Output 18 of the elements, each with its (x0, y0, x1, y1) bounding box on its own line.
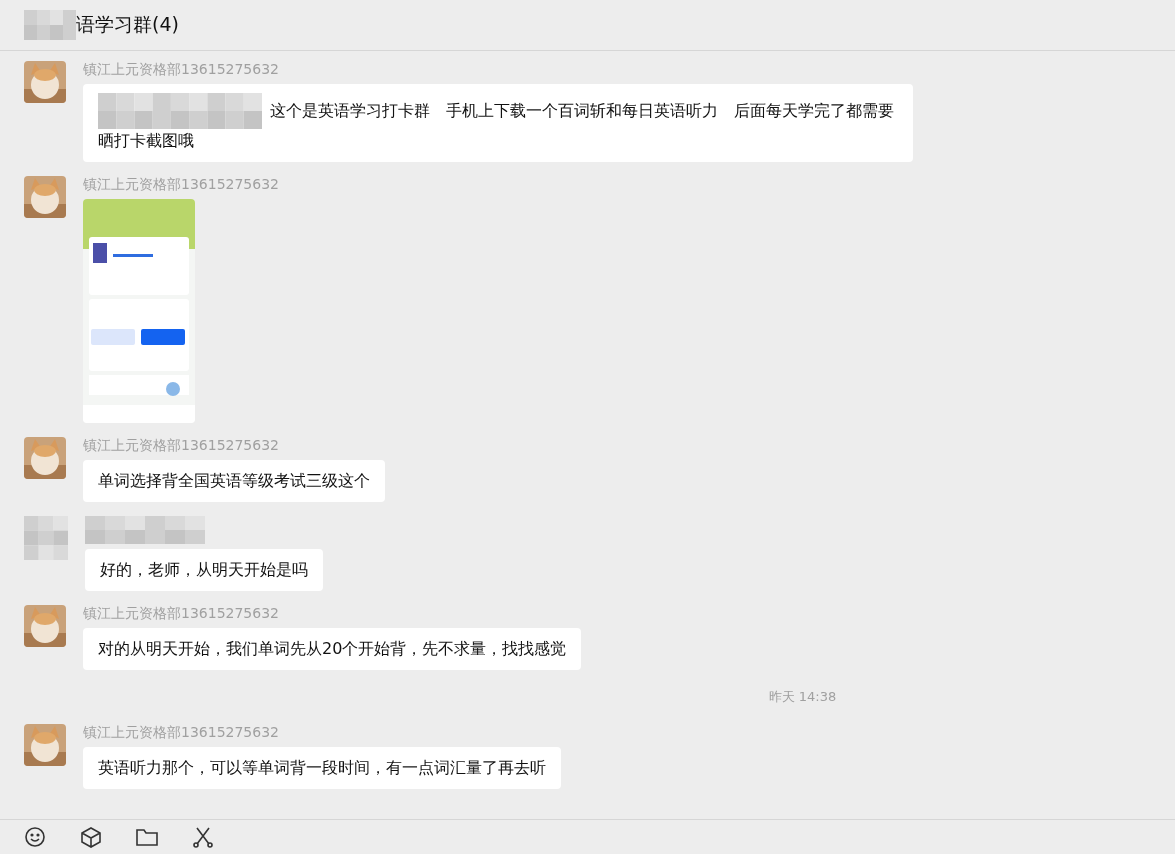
sender-name: 镇江上元资格部13615275632 (83, 61, 279, 79)
chat-title: 语学习群(4) (76, 12, 179, 37)
message-bubble: 单词选择背全国英语等级考试三级这个 (83, 460, 385, 502)
sender-name: 镇江上元资格部13615275632 (83, 437, 279, 455)
message-bubble: 这个是英语学习打卡群 手机上下载一个百词斩和每日英语听力 后面每天学完了都需要晒打卡截图哦 (83, 84, 913, 162)
redacted-avatar (24, 516, 68, 560)
timestamp: 昨天 14:38 (768, 688, 837, 706)
message-bubble: 好的，老师，从明天开始是吗 (85, 549, 323, 591)
folder-icon[interactable] (134, 826, 160, 848)
message-bubble: 英语听力那个，可以等单词背一段时间，有一点词汇量了再去听 (83, 747, 561, 789)
cube-icon[interactable] (78, 826, 104, 848)
message-bubble: 对的从明天开始，我们单词先从20个开始背，先不求量，找找感觉 (83, 628, 582, 670)
emoji-icon[interactable] (22, 826, 48, 848)
sender-name: 镇江上元资格部13615275632 (83, 176, 279, 194)
sender-name: 镇江上元资格部13615275632 (83, 724, 279, 742)
sender-name: 镇江上元资格部13615275632 (83, 605, 279, 623)
redacted-block (24, 10, 76, 40)
scissors-icon[interactable] (190, 826, 216, 848)
